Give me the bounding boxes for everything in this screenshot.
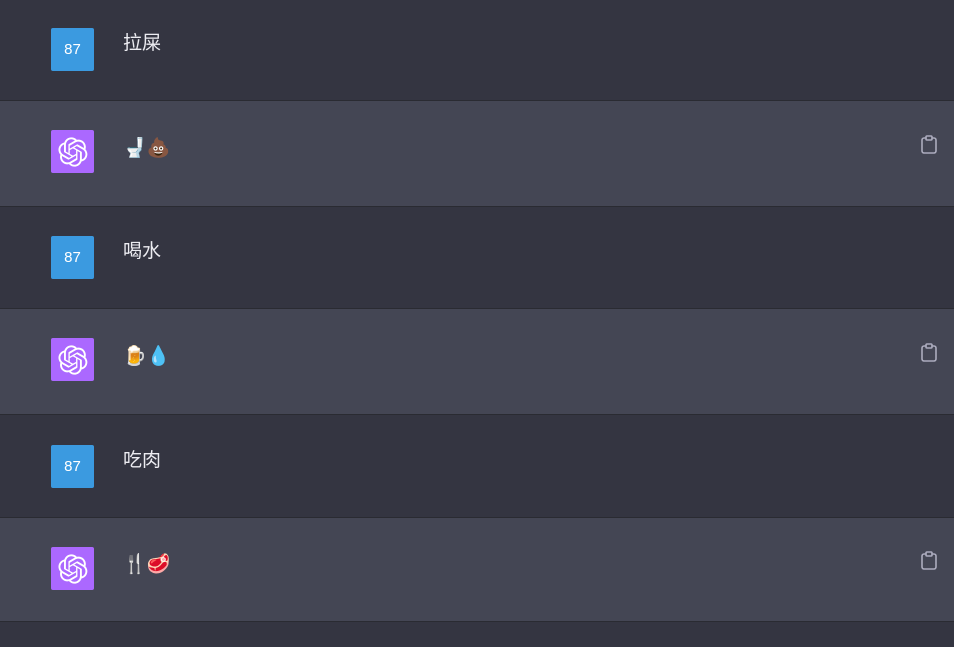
openai-logo-icon xyxy=(57,553,87,584)
clipboard-icon[interactable] xyxy=(920,343,938,363)
message-text: 🍺💧 xyxy=(123,345,171,367)
clipboard-icon[interactable] xyxy=(920,135,938,155)
openai-logo-icon xyxy=(57,136,87,167)
assistant-message: 🍺💧 xyxy=(0,309,954,415)
openai-logo-icon xyxy=(57,344,87,375)
message-text: 喝水 xyxy=(123,240,162,262)
assistant-message: 🍴🥩 xyxy=(0,518,954,622)
user-message: 87 喝水 xyxy=(0,207,954,309)
chat-bottom-area xyxy=(0,622,954,647)
user-avatar: 87 xyxy=(51,445,94,488)
assistant-message: 🚽💩 xyxy=(0,101,954,207)
user-avatar: 87 xyxy=(51,28,94,71)
user-message: 87 吃肉 xyxy=(0,415,954,518)
assistant-avatar xyxy=(51,338,94,381)
clipboard-icon[interactable] xyxy=(920,551,938,571)
message-text: 拉屎 xyxy=(123,32,162,54)
message-text: 🍴🥩 xyxy=(123,553,171,575)
user-message: 87 拉屎 xyxy=(0,0,954,101)
message-text: 吃肉 xyxy=(123,449,162,471)
user-avatar: 87 xyxy=(51,236,94,279)
chat-thread: 87 拉屎 🚽💩 87 喝水 🍺💧 87 吃肉 🍴🥩 xyxy=(0,0,954,647)
message-text: 🚽💩 xyxy=(123,137,171,159)
assistant-avatar xyxy=(51,130,94,173)
assistant-avatar xyxy=(51,547,94,590)
